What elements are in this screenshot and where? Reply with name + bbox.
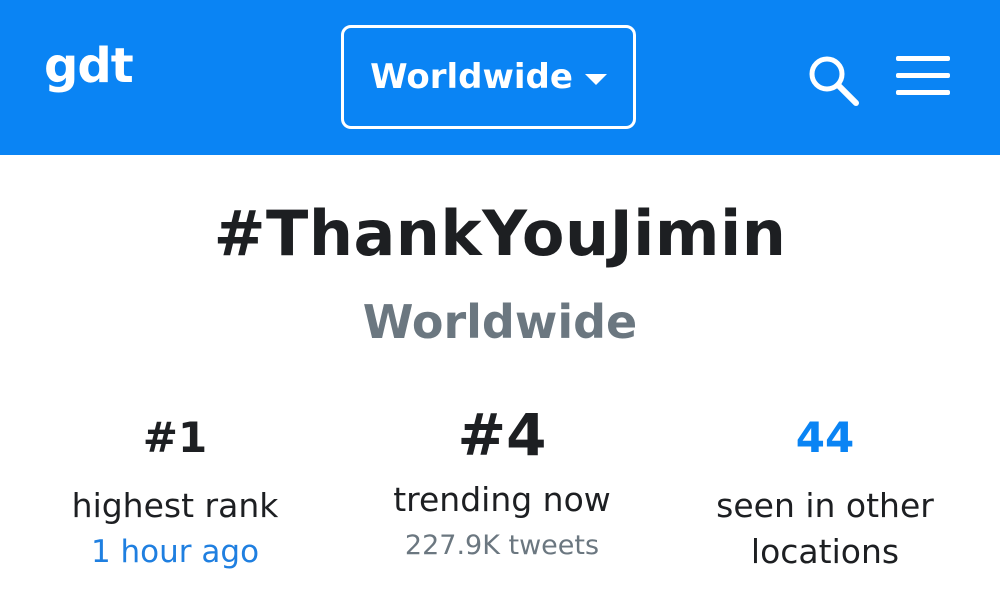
other-locations-count[interactable]: 44 <box>675 413 975 463</box>
trending-now-label: trending now <box>393 480 611 519</box>
tweet-count: 227.9K tweets <box>404 530 600 561</box>
highest-rank-label: highest rank <box>71 486 279 525</box>
site-logo[interactable]: gdt <box>44 38 134 94</box>
search-icon <box>809 56 859 106</box>
caret-down-icon <box>584 73 607 85</box>
stat-highest-rank: #1 highest rank 1 hour ago <box>25 413 325 575</box>
region-dropdown[interactable]: Worldwide <box>341 25 636 129</box>
highest-rank-value: #1 <box>142 413 208 462</box>
hamburger-menu-icon <box>896 56 950 61</box>
trend-location: Worldwide <box>362 295 638 349</box>
search-button[interactable] <box>805 52 861 108</box>
trend-detail: #ThankYouJimin Worldwide #1 highest rank… <box>0 155 1000 615</box>
trending-now-value: #4 <box>457 401 547 469</box>
top-bar: gdt Worldwide <box>0 0 1000 155</box>
menu-button[interactable] <box>896 56 950 96</box>
stat-trending-now: #4 trending now 227.9K tweets <box>352 406 652 569</box>
stat-other-locations[interactable]: 44 seen in other locations <box>675 413 975 575</box>
other-locations-label: seen in other locations <box>716 486 934 571</box>
trend-hashtag: #ThankYouJimin <box>213 197 787 270</box>
highest-rank-time-link[interactable]: 1 hour ago <box>25 529 325 575</box>
region-dropdown-label: Worldwide <box>370 57 573 97</box>
